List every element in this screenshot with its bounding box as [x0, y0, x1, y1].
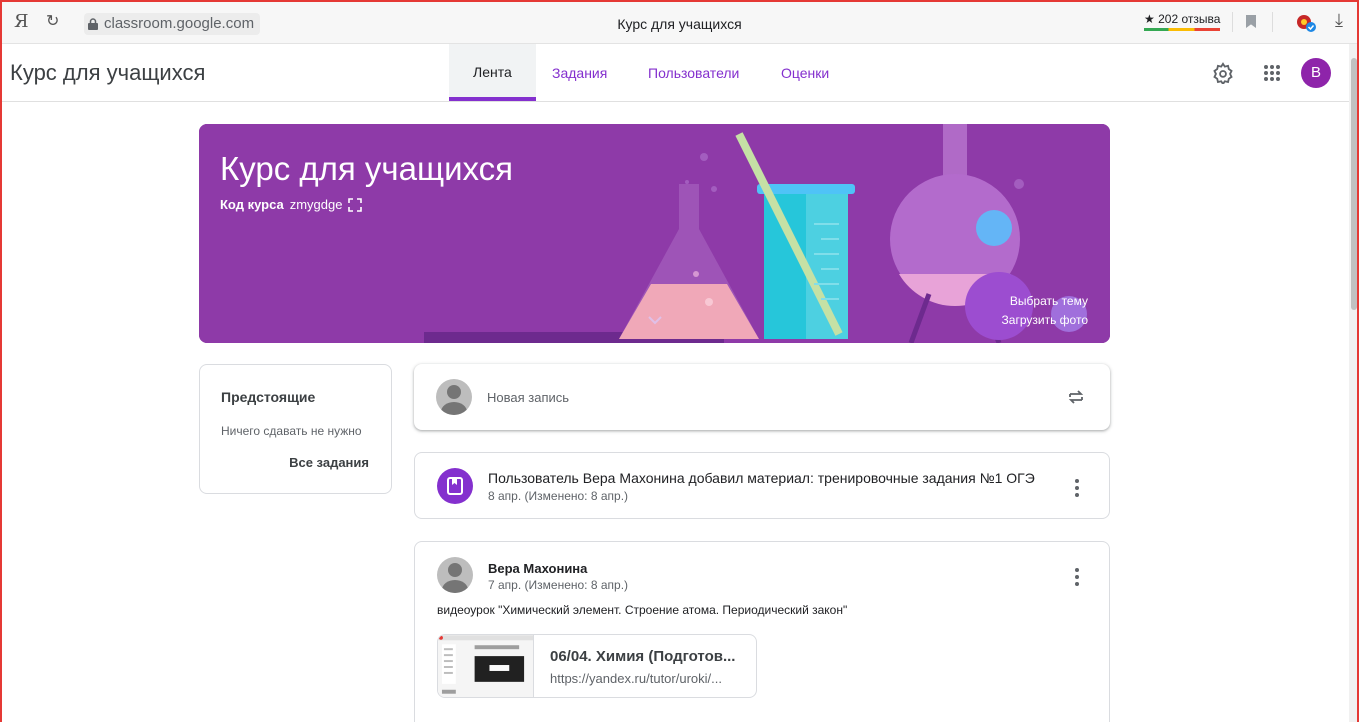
classroom-header: Курс для учащихся Лента Задания Пользова… — [0, 44, 1359, 102]
view-all-link[interactable]: Все задания — [289, 455, 369, 470]
gear-icon[interactable] — [1212, 62, 1234, 84]
tab-people[interactable]: Пользователи — [648, 65, 739, 81]
fullscreen-icon[interactable] — [348, 197, 363, 212]
upcoming-title: Предстоящие — [221, 389, 316, 405]
new-post-composer[interactable]: Новая запись — [414, 364, 1110, 430]
upload-photo-link[interactable]: Загрузить фото — [1002, 313, 1088, 327]
new-post-placeholder[interactable]: Новая запись — [487, 390, 569, 405]
scrollbar-thumb[interactable] — [1351, 58, 1357, 310]
material-announcement[interactable]: Пользователь Вера Махонина добавил матер… — [488, 470, 1035, 486]
repost-icon[interactable] — [1067, 388, 1085, 406]
author-avatar — [437, 557, 473, 593]
attachment-title: 06/04. Химия (Подготов... — [550, 648, 736, 665]
reviews-badge[interactable]: ★ 202 отзыва — [1144, 12, 1221, 31]
post-date: 7 апр. (Изменено: 8 апр.) — [488, 578, 629, 592]
course-code-value[interactable]: zmygdge — [290, 197, 343, 212]
link-attachment[interactable]: 06/04. Химия (Подготов... https://yandex… — [437, 634, 757, 698]
tab-stream[interactable]: Лента — [449, 44, 536, 101]
upcoming-empty-text: Ничего сдавать не нужно — [221, 424, 362, 438]
attachment-url: https://yandex.ru/tutor/uroki/... — [550, 671, 722, 686]
apps-grid-icon[interactable] — [1261, 62, 1283, 84]
tab-grades[interactable]: Оценки — [781, 65, 829, 81]
more-options-icon[interactable] — [1075, 479, 1079, 500]
material-date: 8 апр. (Изменено: 8 апр.) — [488, 489, 629, 503]
select-theme-link[interactable]: Выбрать тему — [1010, 294, 1088, 308]
download-icon[interactable]: ⤓ — [1335, 10, 1343, 31]
course-code: Код курса zmygdge — [220, 197, 363, 212]
attachment-thumbnail — [438, 635, 534, 697]
account-avatar[interactable]: В — [1301, 58, 1331, 88]
course-title[interactable]: Курс для учащихся — [10, 60, 205, 86]
browser-toolbar: Я ↻ classroom.google.com Курс для учащих… — [0, 0, 1359, 44]
tab-classwork[interactable]: Задания — [552, 65, 607, 81]
more-options-icon[interactable] — [1075, 568, 1079, 589]
extension-icon[interactable] — [1296, 13, 1316, 33]
course-banner: Курс для учащихся Код курса zmygdge Выбр… — [199, 124, 1110, 343]
material-icon — [437, 468, 473, 504]
banner-course-title: Курс для учащихся — [220, 150, 514, 187]
course-code-label: Код курса — [220, 197, 284, 212]
stream-item-post: Вера Махонина 7 апр. (Изменено: 8 апр.) … — [414, 541, 1110, 722]
stream-item-material[interactable]: Пользователь Вера Махонина добавил матер… — [414, 452, 1110, 519]
upcoming-card: Предстоящие Ничего сдавать не нужно Все … — [199, 364, 392, 494]
post-author: Вера Махонина — [488, 561, 588, 576]
divider — [1232, 12, 1233, 32]
avatar — [436, 379, 472, 415]
divider — [1272, 12, 1273, 32]
post-text: видеоурок "Химический элемент. Строение … — [437, 603, 848, 617]
